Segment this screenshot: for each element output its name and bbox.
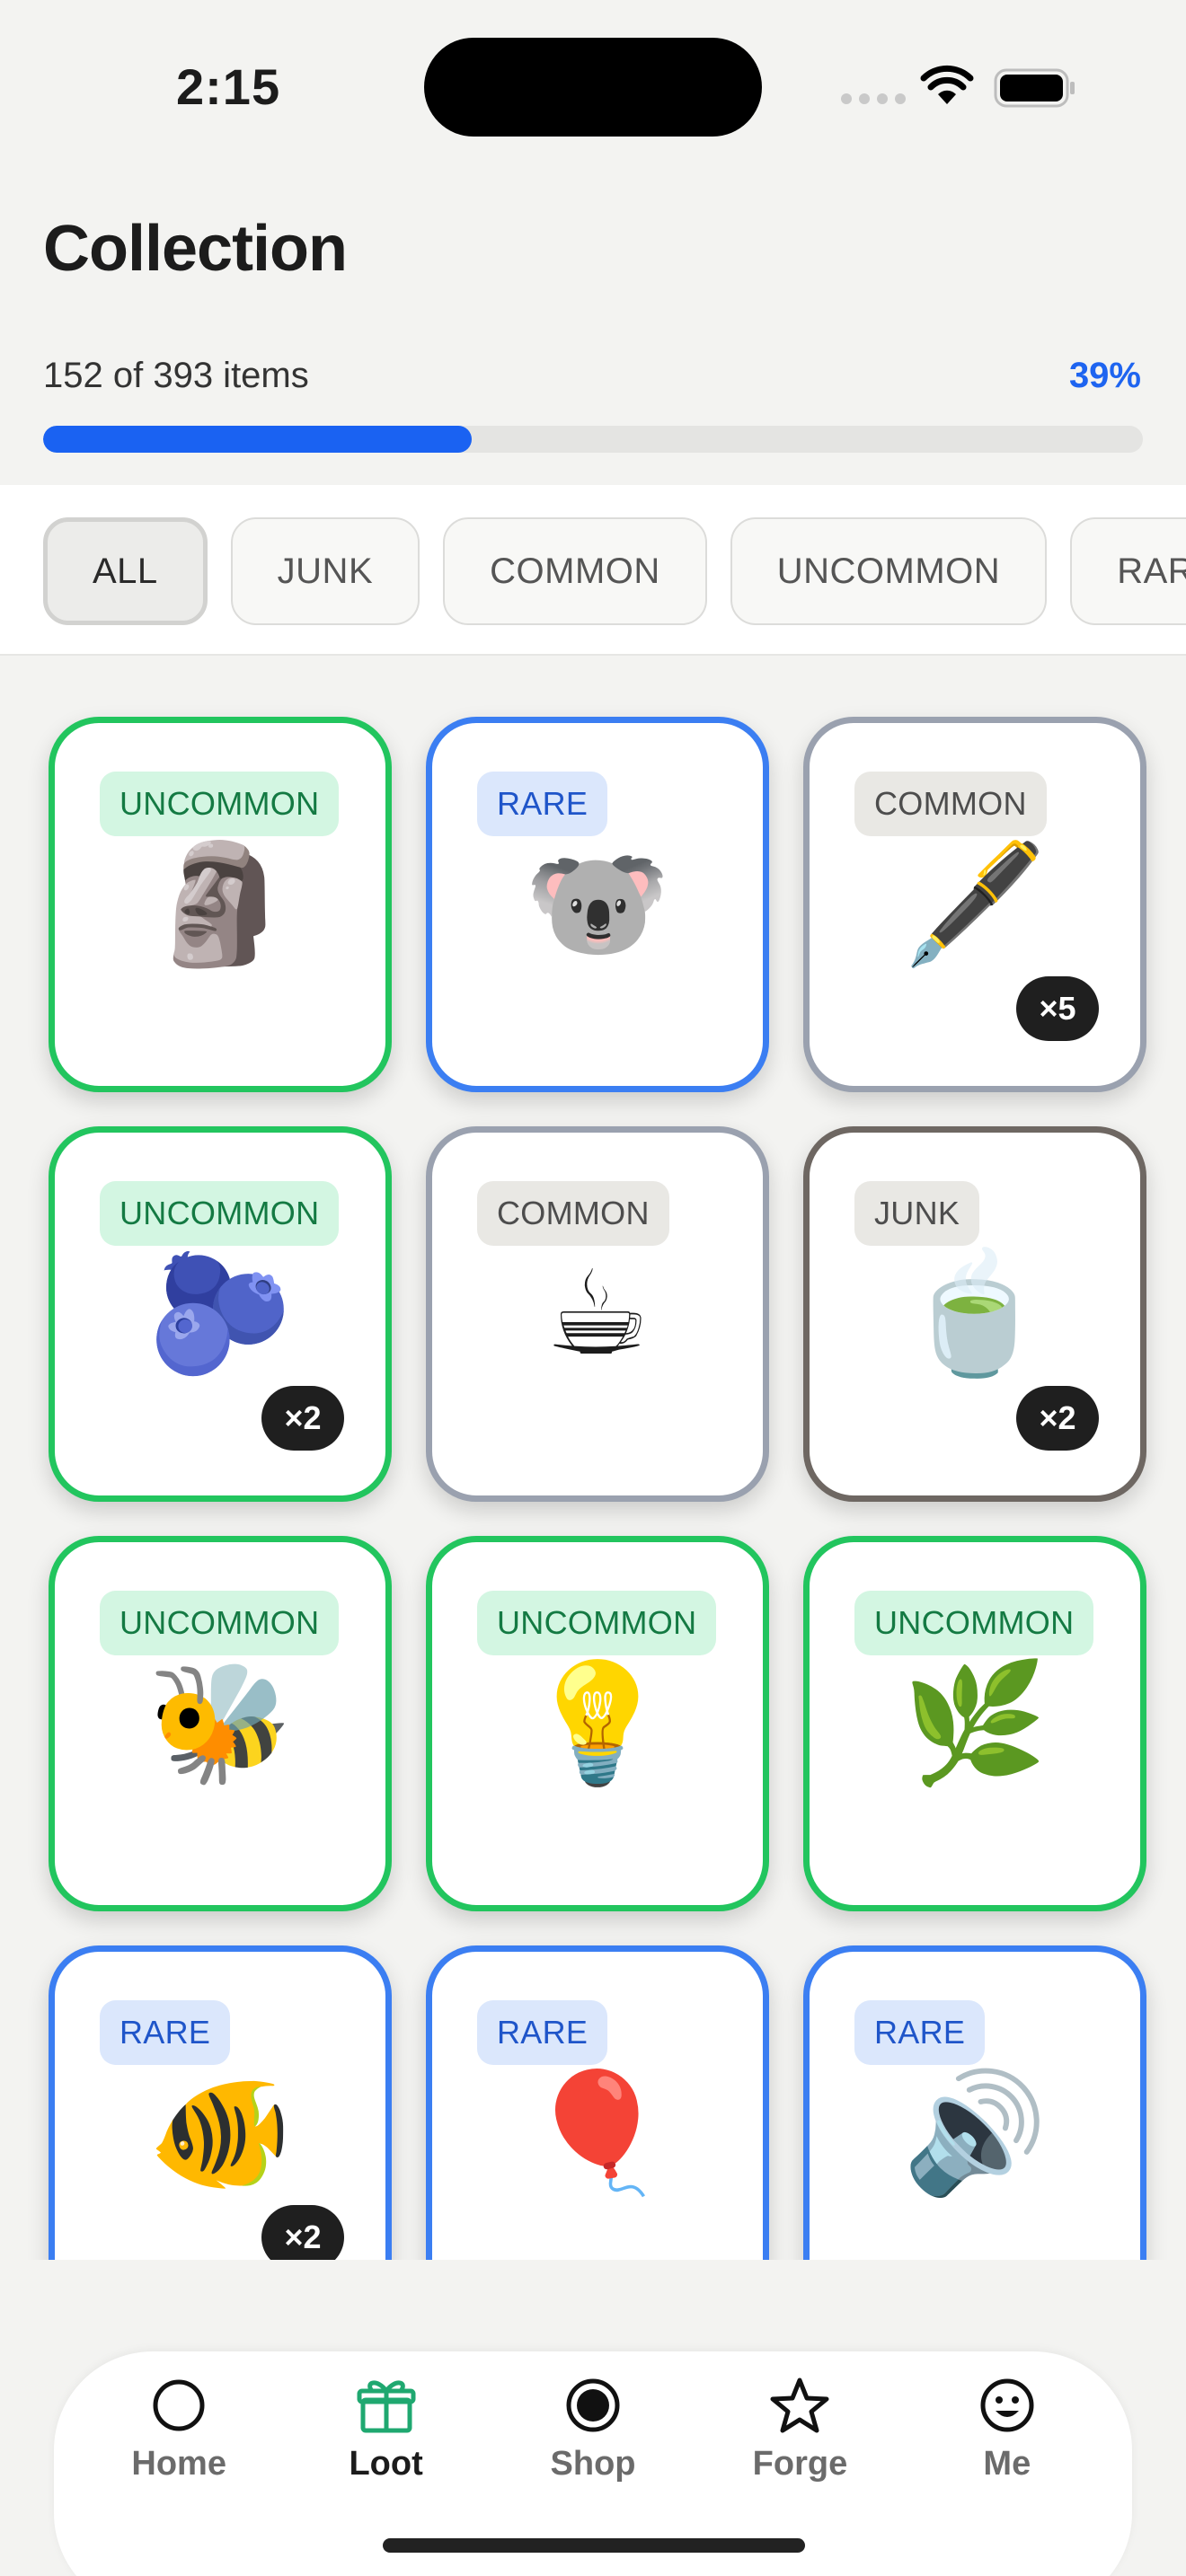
tab-label: Loot [349, 2445, 423, 2483]
item-card[interactable]: RARE 🐨 [426, 717, 769, 1092]
gift-icon [357, 2380, 416, 2433]
item-card[interactable]: UNCOMMON 🐝 [49, 1536, 392, 1911]
rarity-badge: UNCOMMON [100, 1181, 340, 1246]
item-card[interactable]: COMMON ☕ [426, 1126, 769, 1502]
quantity-badge: ×2 [1016, 1386, 1099, 1451]
fountain-pen-icon: 🖋️ [902, 838, 1048, 969]
filter-bar: ALLJUNKCOMMONUNCOMMONRARE [0, 485, 1186, 656]
rarity-badge: RARE [477, 772, 608, 836]
item-card[interactable]: JUNK 🍵 ×2 [803, 1126, 1146, 1502]
bee-icon: 🐝 [147, 1657, 293, 1788]
quantity-badge: ×2 [261, 1386, 344, 1451]
rarity-badge: COMMON [477, 1181, 669, 1246]
rarity-badge: RARE [477, 2000, 608, 2065]
item-card[interactable]: UNCOMMON 🗿 [49, 717, 392, 1092]
item-card[interactable]: RARE 🎈 [426, 1945, 769, 2260]
status-time: 2:15 [176, 58, 281, 115]
item-card[interactable]: UNCOMMON 💡 [426, 1536, 769, 1911]
filter-chips: ALLJUNKCOMMONUNCOMMONRARE [43, 517, 1186, 625]
tab-label: Me [983, 2445, 1031, 2483]
tab-me[interactable]: Me [904, 2351, 1111, 2576]
page-title: Collection [43, 213, 348, 285]
tropical-fish-icon: 🐠 [147, 2067, 293, 2198]
rarity-badge: UNCOMMON [100, 772, 340, 836]
filter-chip-junk[interactable]: JUNK [230, 517, 420, 625]
item-card[interactable]: UNCOMMON 🫐 ×2 [49, 1126, 392, 1502]
progress-percent: 39% [1068, 356, 1141, 395]
light-bulb-icon: 💡 [525, 1657, 670, 1788]
tab-label: Shop [550, 2445, 636, 2483]
tea-icon: 🍵 [902, 1248, 1048, 1379]
collection-grid-scroll[interactable]: UNCOMMON 🗿 RARE 🐨 COMMON 🖋️ ×5 UNCOMMON 🫐 ×2 COMMO… [0, 657, 1186, 2260]
circle-icon [153, 2379, 205, 2431]
tab-home[interactable]: Home [75, 2351, 282, 2576]
home-indicator [383, 2538, 805, 2553]
filter-chip-all[interactable]: ALL [43, 517, 208, 625]
star-icon [770, 2378, 829, 2433]
progress-label: 152 of 393 items [43, 356, 309, 395]
dynamic-island [424, 38, 762, 137]
item-card[interactable]: UNCOMMON 🌿 [803, 1536, 1146, 1911]
rarity-badge: JUNK [854, 1181, 980, 1246]
record-icon [566, 2378, 620, 2432]
moai-icon: 🗿 [147, 838, 293, 969]
collection-grid: UNCOMMON 🗿 RARE 🐨 COMMON 🖋️ ×5 UNCOMMON 🫐 ×2 COMMO… [49, 717, 1146, 2260]
blueberries-icon: 🫐 [147, 1248, 293, 1379]
rarity-badge: UNCOMMON [100, 1591, 340, 1655]
filter-chip-uncommon[interactable]: UNCOMMON [730, 517, 1048, 625]
quantity-badge: ×2 [261, 2205, 344, 2260]
item-card[interactable]: COMMON 🖋️ ×5 [803, 717, 1146, 1092]
rarity-badge: RARE [100, 2000, 231, 2065]
rarity-badge: RARE [854, 2000, 986, 2065]
progress-fill [43, 426, 473, 453]
rarity-badge: UNCOMMON [854, 1591, 1094, 1655]
tab-label: Forge [752, 2445, 848, 2483]
balloon-icon: 🎈 [525, 2067, 670, 2198]
battery-icon [994, 68, 1075, 108]
item-card[interactable]: RARE 🔊 [803, 1945, 1146, 2260]
filter-chip-common[interactable]: COMMON [443, 517, 707, 625]
status-bar: 2:15 [0, 0, 1186, 171]
cellular-signal-icon [841, 93, 906, 104]
tab-label: Home [131, 2445, 226, 2483]
rarity-badge: UNCOMMON [477, 1591, 717, 1655]
rarity-badge: COMMON [854, 772, 1047, 836]
coffee-icon: ☕ [544, 1248, 651, 1379]
wifi-icon [920, 65, 974, 104]
quantity-badge: ×5 [1016, 976, 1099, 1041]
filter-chip-rare[interactable]: RARE [1070, 517, 1186, 625]
herb-icon: 🌿 [902, 1657, 1048, 1788]
progress-bar [43, 426, 1143, 453]
smiley-icon [980, 2378, 1034, 2432]
koala-icon: 🐨 [525, 838, 670, 969]
speaker-icon: 🔊 [902, 2067, 1048, 2198]
item-card[interactable]: RARE 🐠 ×2 [49, 1945, 392, 2260]
